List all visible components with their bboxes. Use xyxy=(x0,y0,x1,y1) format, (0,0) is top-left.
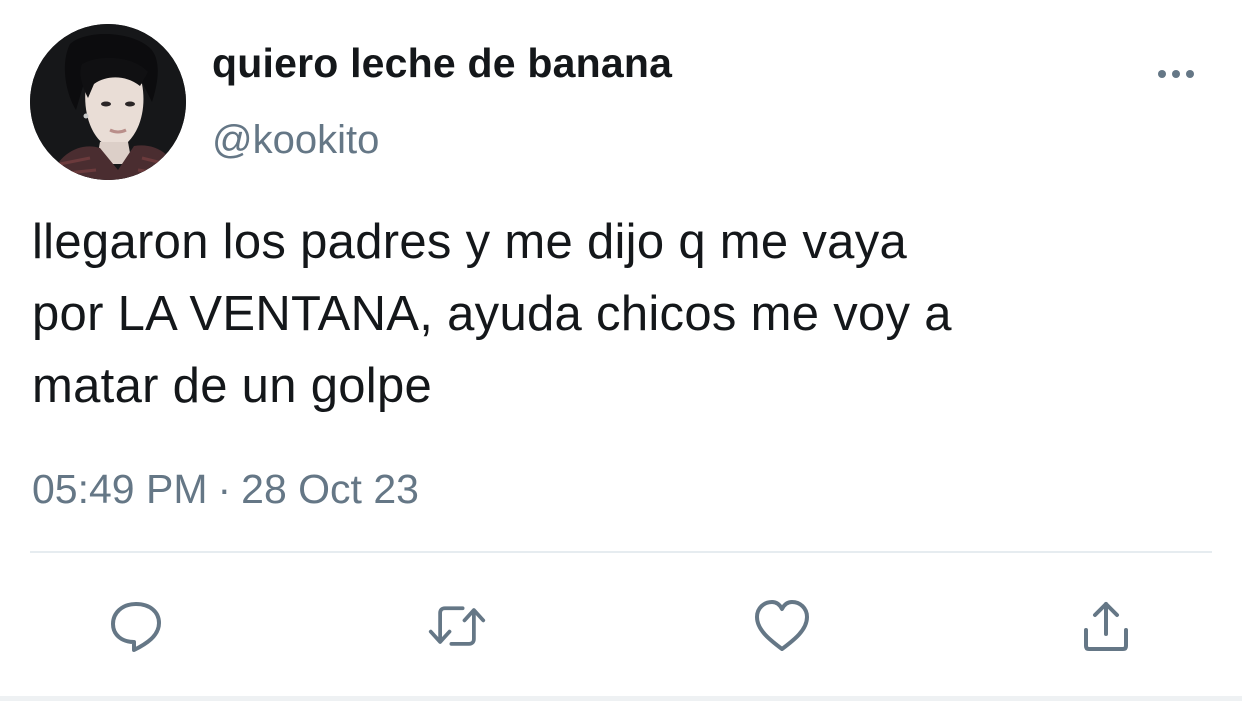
share-icon xyxy=(1084,602,1128,651)
meta-separator: · xyxy=(217,466,232,512)
tweet-date: 28 Oct 23 xyxy=(241,466,419,512)
like-button[interactable] xyxy=(752,596,812,656)
tweet-text: llegaron los padres y me dijo q me vaya … xyxy=(32,206,1222,422)
tweet-time: 05:49 PM xyxy=(32,466,208,512)
bottom-divider xyxy=(0,696,1242,701)
author-display-name[interactable]: quiero leche de banana xyxy=(212,40,672,87)
tweet-text-line: llegaron los padres y me dijo q me vaya xyxy=(32,215,908,269)
reply-icon xyxy=(111,602,161,652)
retweet-button[interactable] xyxy=(427,596,487,656)
avatar-photo xyxy=(30,24,186,180)
tweet-text-line: matar de un golpe xyxy=(32,359,433,413)
avatar[interactable] xyxy=(30,24,186,180)
share-button[interactable] xyxy=(1076,596,1136,656)
tweet-timestamp[interactable]: 05:49 PM · 28 Oct 23 xyxy=(32,466,419,513)
retweet-icon xyxy=(428,606,486,646)
more-horizontal-icon xyxy=(1158,70,1194,78)
tweet-text-line: por LA VENTANA, ayuda chicos me voy a xyxy=(32,287,952,341)
more-options-button[interactable] xyxy=(1150,52,1202,96)
reply-button[interactable] xyxy=(106,596,166,656)
divider xyxy=(30,551,1212,553)
like-icon xyxy=(755,600,809,651)
author-handle[interactable]: @kookito xyxy=(212,118,379,163)
